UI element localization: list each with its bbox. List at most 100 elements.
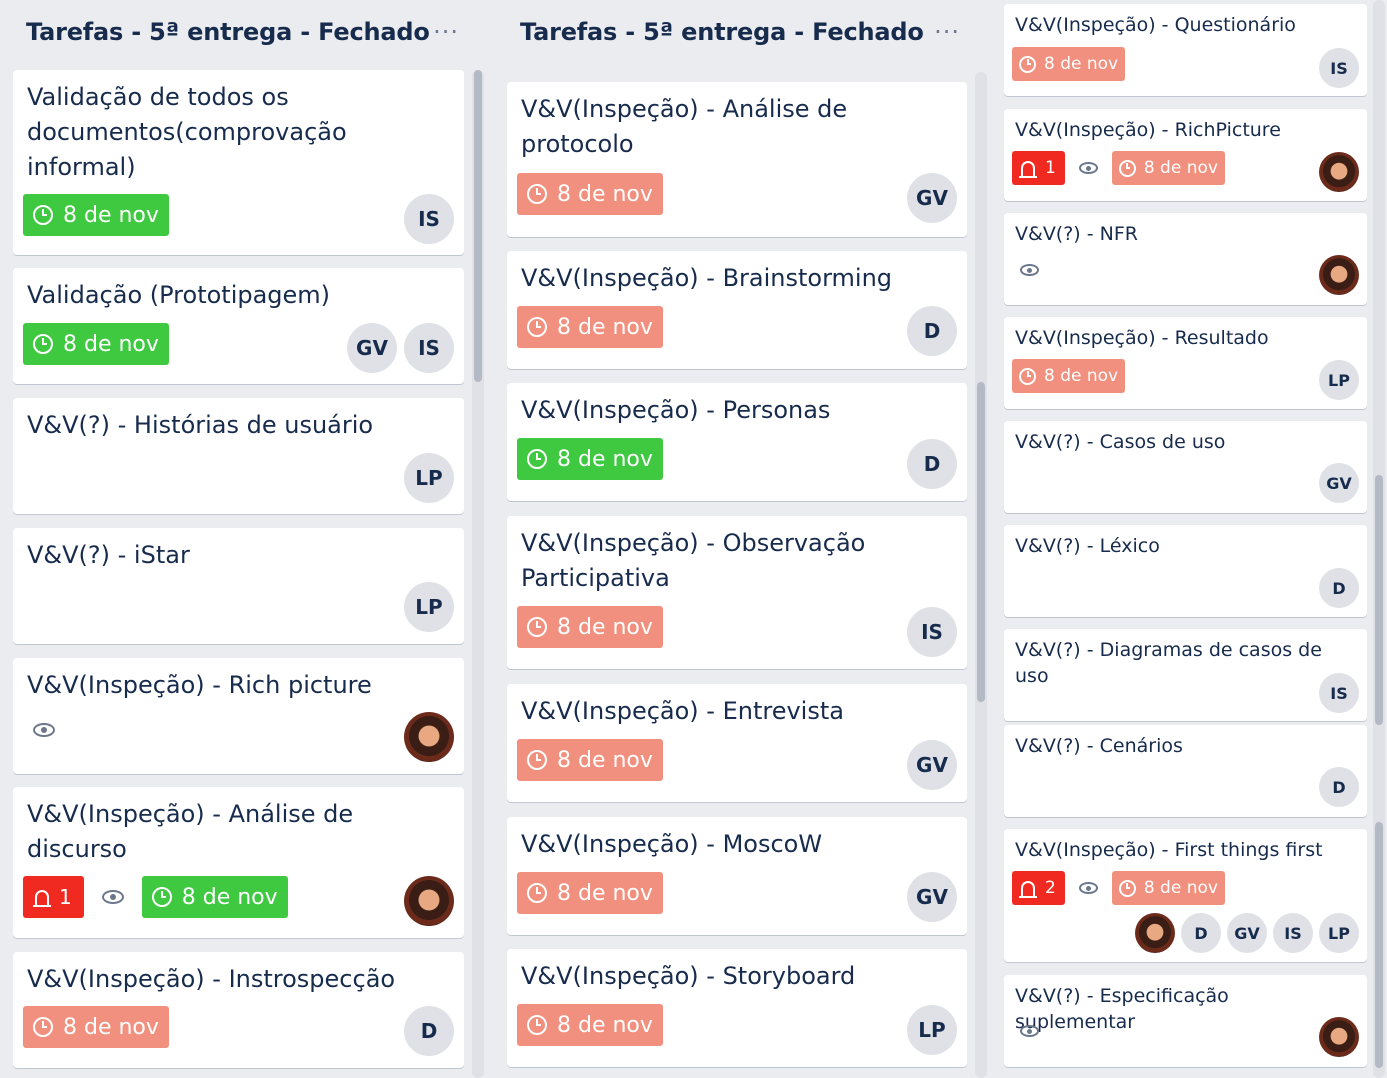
avatar[interactable]: IS (1273, 913, 1313, 953)
list-menu-icon[interactable]: ··· (934, 18, 964, 46)
card-title: V&V(?) - iStar (27, 541, 190, 569)
due-date-badge[interactable]: 8 de nov (141, 876, 288, 918)
card[interactable]: V&V(Inspeção) - Resultado 8 de nov LP (1004, 317, 1367, 409)
eye-icon (1078, 162, 1098, 174)
due-date-badge[interactable]: 8 de nov (517, 1004, 663, 1046)
card[interactable]: Validação de todos os documentos(comprov… (13, 70, 464, 255)
due-date-badge[interactable]: 8 de nov (1012, 359, 1126, 393)
card[interactable]: V&V(Inspeção) - Brainstorming 8 de nov D (507, 251, 967, 369)
scrollbar-thumb[interactable] (977, 382, 985, 702)
card-title: V&V(?) - Léxico (1015, 535, 1160, 557)
list-scrollbar[interactable] (975, 72, 987, 1078)
avatar[interactable] (1319, 1017, 1359, 1057)
card[interactable]: V&V(?) - Especificação suplementar (1004, 975, 1367, 1067)
avatar[interactable]: IS (404, 194, 454, 244)
avatar[interactable]: IS (1319, 48, 1359, 88)
card-title: V&V(Inspeção) - RichPicture (1015, 119, 1281, 141)
due-date-badge[interactable]: 8 de nov (23, 1006, 169, 1048)
scrollbar-thumb[interactable] (1375, 475, 1383, 725)
card[interactable]: Validação (Prototipagem) 8 de nov GV IS (13, 268, 464, 384)
avatar[interactable]: D (1319, 767, 1359, 807)
list-scrollbar[interactable] (1373, 0, 1385, 1078)
clock-icon (33, 205, 53, 225)
card-title: V&V(Inspeção) - Instrospecção (27, 965, 396, 993)
card[interactable]: V&V(Inspeção) - Análise de discurso 1 8 … (13, 787, 464, 938)
avatar[interactable]: GV (907, 173, 957, 223)
avatar[interactable]: D (1181, 913, 1221, 953)
list-title[interactable]: Tarefas - 5ª entrega - Fechado (520, 18, 924, 46)
due-date-badge[interactable]: 8 de nov (1012, 47, 1126, 81)
card[interactable]: V&V(Inspeção) - First things first 2 8 d… (1004, 829, 1367, 962)
card[interactable]: V&V(Inspeção) - Observação Participativa… (507, 516, 967, 669)
list-header[interactable]: Tarefas - 5ª entrega - Fechado ··· (26, 12, 463, 52)
card-title: V&V(?) - NFR (1015, 223, 1138, 245)
avatar[interactable]: LP (1319, 913, 1359, 953)
avatar[interactable]: LP (907, 1005, 957, 1055)
list-title[interactable]: Tarefas - 5ª entrega - Fechado (26, 18, 430, 46)
card-title: V&V(Inspeção) - Análise de protocolo (521, 95, 848, 158)
card[interactable]: V&V(?) - NFR (1004, 213, 1367, 305)
scrollbar-thumb[interactable] (474, 70, 482, 382)
card[interactable]: V&V(Inspeção) - Storyboard 8 de nov LP (507, 949, 967, 1067)
card[interactable]: V&V(Inspeção) - Instrospecção 8 de nov D (13, 952, 464, 1068)
card[interactable]: V&V(?) - Diagramas de casos de uso IS (1004, 629, 1367, 721)
avatar[interactable]: GV (907, 872, 957, 922)
due-date-badge[interactable]: 8 de nov (517, 173, 663, 215)
card-title: V&V(Inspeção) - Brainstorming (521, 264, 893, 292)
clock-icon (527, 883, 547, 903)
avatar[interactable]: D (1319, 568, 1359, 608)
due-date-badge[interactable]: 8 de nov (517, 872, 663, 914)
notification-badge[interactable]: 2 (1012, 871, 1065, 905)
due-date-label: 8 de nov (63, 202, 159, 228)
avatar[interactable]: IS (404, 323, 454, 373)
due-date-badge[interactable]: 8 de nov (517, 606, 663, 648)
avatar[interactable]: D (404, 1006, 454, 1056)
card[interactable]: V&V(Inspeção) - MoscoW 8 de nov GV (507, 817, 967, 935)
eye-icon (1020, 1025, 1039, 1037)
due-date-badge[interactable]: 8 de nov (517, 739, 663, 781)
avatar[interactable]: LP (404, 453, 454, 503)
due-date-badge[interactable]: 8 de nov (517, 438, 663, 480)
avatar[interactable]: GV (907, 740, 957, 790)
due-date-badge[interactable]: 8 de nov (23, 323, 169, 365)
avatar[interactable]: GV (347, 323, 397, 373)
card-title: Validação de todos os documentos(comprov… (27, 83, 347, 181)
scrollbar-thumb[interactable] (1375, 822, 1383, 1068)
card[interactable]: V&V(?) - Histórias de usuário LP (13, 398, 464, 514)
avatar[interactable]: IS (907, 607, 957, 657)
card[interactable]: V&V(Inspeção) - Personas 8 de nov D (507, 383, 967, 501)
avatar[interactable] (1319, 152, 1359, 192)
due-date-badge[interactable]: 8 de nov (1111, 871, 1225, 905)
card[interactable]: V&V(Inspeção) - Entrevista 8 de nov GV (507, 684, 967, 802)
notification-badge[interactable]: 1 (23, 876, 84, 918)
card[interactable]: V&V(?) - Léxico D (1004, 525, 1367, 617)
bell-icon (33, 889, 51, 907)
avatar[interactable]: D (907, 439, 957, 489)
avatar[interactable]: GV (1319, 463, 1359, 503)
due-date-label: 8 de nov (1044, 366, 1119, 386)
avatar[interactable] (404, 712, 454, 762)
list-scrollbar[interactable] (472, 70, 484, 1078)
avatar[interactable]: D (907, 306, 957, 356)
avatar[interactable] (1135, 913, 1175, 953)
card[interactable]: V&V(Inspeção) - Rich picture (13, 658, 464, 774)
card[interactable]: V&V(Inspeção) - RichPicture 1 8 de nov (1004, 109, 1367, 201)
notification-badge[interactable]: 1 (1012, 151, 1065, 185)
card[interactable]: V&V(Inspeção) - Questionário 8 de nov IS (1004, 4, 1367, 96)
avatar[interactable]: LP (1319, 360, 1359, 400)
due-date-badge[interactable]: 8 de nov (517, 306, 663, 348)
card[interactable]: V&V(?) - Casos de uso GV (1004, 421, 1367, 513)
card[interactable]: V&V(Inspeção) - Análise de protocolo 8 d… (507, 82, 967, 237)
due-date-badge[interactable]: 8 de nov (23, 194, 169, 236)
avatar[interactable]: LP (404, 582, 454, 632)
avatar[interactable] (1319, 255, 1359, 295)
avatar[interactable]: IS (1319, 673, 1359, 713)
card[interactable]: V&V(?) - iStar LP (13, 528, 464, 644)
avatar[interactable] (404, 876, 454, 926)
due-date-badge[interactable]: 8 de nov (1111, 151, 1225, 185)
card[interactable]: V&V(?) - Cenários D (1004, 725, 1367, 817)
list-menu-icon[interactable]: ··· (433, 18, 463, 46)
clock-icon (151, 887, 172, 907)
list-header[interactable]: Tarefas - 5ª entrega - Fechado ··· (520, 12, 964, 52)
avatar[interactable]: GV (1227, 913, 1267, 953)
